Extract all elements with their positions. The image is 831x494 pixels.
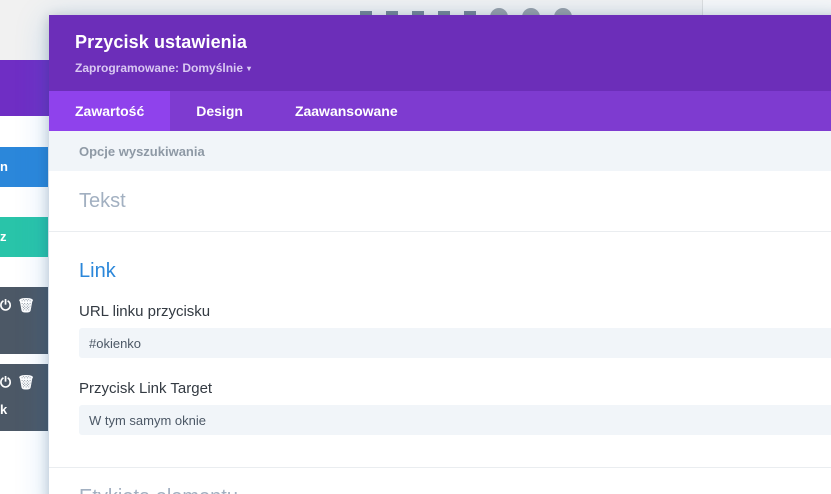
preset-dropdown[interactable]: Zaprogramowane: Domyślnie ▾ <box>75 61 823 75</box>
tab-content[interactable]: Zawartość <box>49 91 171 131</box>
chevron-down-icon: ▾ <box>247 64 252 73</box>
preset-label: Zaprogramowane: Domyślnie <box>75 61 244 75</box>
tab-design[interactable]: Design <box>170 91 269 131</box>
background-button-text: k <box>0 402 8 417</box>
link-target-value: W tym samym oknie <box>89 412 207 428</box>
modal-header: Przycisk ustawienia Zaprogramowane: Domy… <box>49 15 831 91</box>
url-field-label: URL linku przycisku <box>79 303 211 320</box>
power-icon[interactable]: ⏻ <box>0 297 11 314</box>
background-teal-button[interactable]: z <box>0 217 48 257</box>
modal-tabs: Zawartość Design Zaawansowane <box>49 91 831 131</box>
link-section: Link URL linku przycisku #okienko Przyci… <box>49 232 831 468</box>
link-target-label: Przycisk Link Target <box>79 380 213 397</box>
label-section-title: Etykieta elementu <box>79 486 238 494</box>
label-section-toggle[interactable]: Etykieta elementu <box>49 468 831 494</box>
trash-icon[interactable]: 🗑 <box>17 297 35 314</box>
link-section-title[interactable]: Link <box>79 260 819 283</box>
background-button-text: n <box>0 159 8 174</box>
background-module-2[interactable]: ⏻ 🗑 k <box>0 364 48 431</box>
builder-screen: n z ⏻ 🗑 ⏻ 🗑 k Przycisk ustawienia Zaprog… <box>0 0 831 494</box>
link-target-select[interactable]: W tym samym oknie <box>79 405 831 435</box>
search-options-bar[interactable]: Opcje wyszukiwania <box>49 131 831 171</box>
url-input-value: #okienko <box>89 335 142 351</box>
tab-advanced[interactable]: Zaawansowane <box>269 91 424 131</box>
background-blue-button[interactable]: n <box>0 147 48 187</box>
settings-modal: Przycisk ustawienia Zaprogramowane: Domy… <box>49 15 831 494</box>
search-options-label: Opcje wyszukiwania <box>79 143 205 159</box>
background-module-1[interactable]: ⏻ 🗑 <box>0 287 48 354</box>
text-section-title: Tekst <box>79 189 126 212</box>
trash-icon[interactable]: 🗑 <box>17 374 35 391</box>
url-input[interactable]: #okienko <box>79 328 831 358</box>
modal-title: Przycisk ustawienia <box>75 32 247 52</box>
text-section-toggle[interactable]: Tekst <box>49 171 831 232</box>
power-icon[interactable]: ⏻ <box>0 374 11 391</box>
background-button-text: z <box>0 229 7 244</box>
